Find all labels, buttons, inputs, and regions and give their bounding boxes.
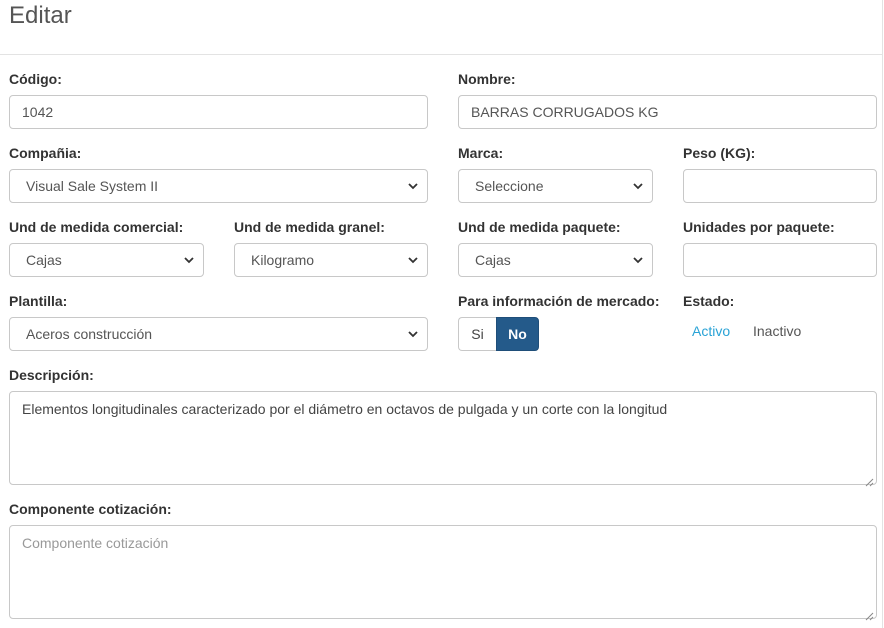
compania-select-value: Visual Sale System II — [26, 178, 159, 194]
compania-label: Compañia: — [9, 145, 82, 161]
descripcion-label: Descripción: — [9, 367, 94, 383]
page-header: Editar — [0, 0, 882, 55]
und-comercial-select-value: Cajas — [26, 252, 62, 268]
compania-select[interactable]: Visual Sale System II — [9, 169, 428, 203]
componente-placeholder: Componente cotización — [22, 535, 169, 551]
estado-label: Estado: — [683, 293, 735, 309]
mercado-no-button[interactable]: No — [496, 317, 539, 351]
descripcion-textarea[interactable]: Elementos longitudinales caracterizado p… — [9, 391, 877, 487]
marca-select[interactable]: Seleccione — [458, 169, 653, 203]
chevron-down-icon — [632, 253, 644, 267]
chevron-down-icon — [407, 179, 419, 193]
und-paquete-select[interactable]: Cajas — [458, 243, 653, 277]
und-comercial-label: Und de medida comercial: — [9, 219, 184, 235]
plantilla-select[interactable]: Aceros construcción — [9, 317, 428, 351]
content-right-border — [882, 0, 883, 628]
estado-activo-option[interactable]: Activo — [692, 323, 730, 339]
und-paquete-label: Und de medida paquete: — [458, 219, 621, 235]
nombre-input[interactable]: BARRAS CORRUGADOS KG — [458, 95, 877, 129]
resize-grip-icon[interactable] — [865, 607, 874, 621]
codigo-label: Código: — [9, 71, 62, 87]
mercado-si-button[interactable]: Si — [458, 317, 496, 351]
nombre-label: Nombre: — [458, 71, 516, 87]
unidades-paquete-label: Unidades por paquete: — [683, 219, 835, 235]
chevron-down-icon — [183, 253, 195, 267]
chevron-down-icon — [632, 179, 644, 193]
und-paquete-select-value: Cajas — [475, 252, 511, 268]
descripcion-text: Elementos longitudinales caracterizado p… — [22, 401, 668, 417]
peso-input[interactable] — [683, 169, 877, 203]
codigo-input[interactable]: 1042 — [9, 95, 428, 129]
und-granel-select-value: Kilogramo — [251, 252, 315, 268]
und-granel-label: Und de medida granel: — [234, 219, 385, 235]
componente-label: Componente cotización: — [9, 501, 172, 517]
resize-grip-icon[interactable] — [865, 473, 874, 487]
plantilla-label: Plantilla: — [9, 293, 68, 309]
mercado-label: Para información de mercado: — [458, 293, 660, 309]
und-granel-select[interactable]: Kilogramo — [234, 243, 428, 277]
marca-label: Marca: — [458, 145, 504, 161]
und-comercial-select[interactable]: Cajas — [9, 243, 204, 277]
page-title: Editar — [9, 2, 72, 29]
peso-label: Peso (KG): — [683, 145, 756, 161]
chevron-down-icon — [407, 253, 419, 267]
chevron-down-icon — [407, 327, 419, 341]
mercado-toggle: Si No — [458, 317, 539, 351]
marca-select-value: Seleccione — [475, 178, 544, 194]
unidades-paquete-input[interactable] — [683, 243, 877, 277]
componente-textarea[interactable]: Componente cotización — [9, 525, 877, 621]
plantilla-select-value: Aceros construcción — [26, 326, 153, 342]
estado-inactivo-option[interactable]: Inactivo — [753, 323, 801, 339]
